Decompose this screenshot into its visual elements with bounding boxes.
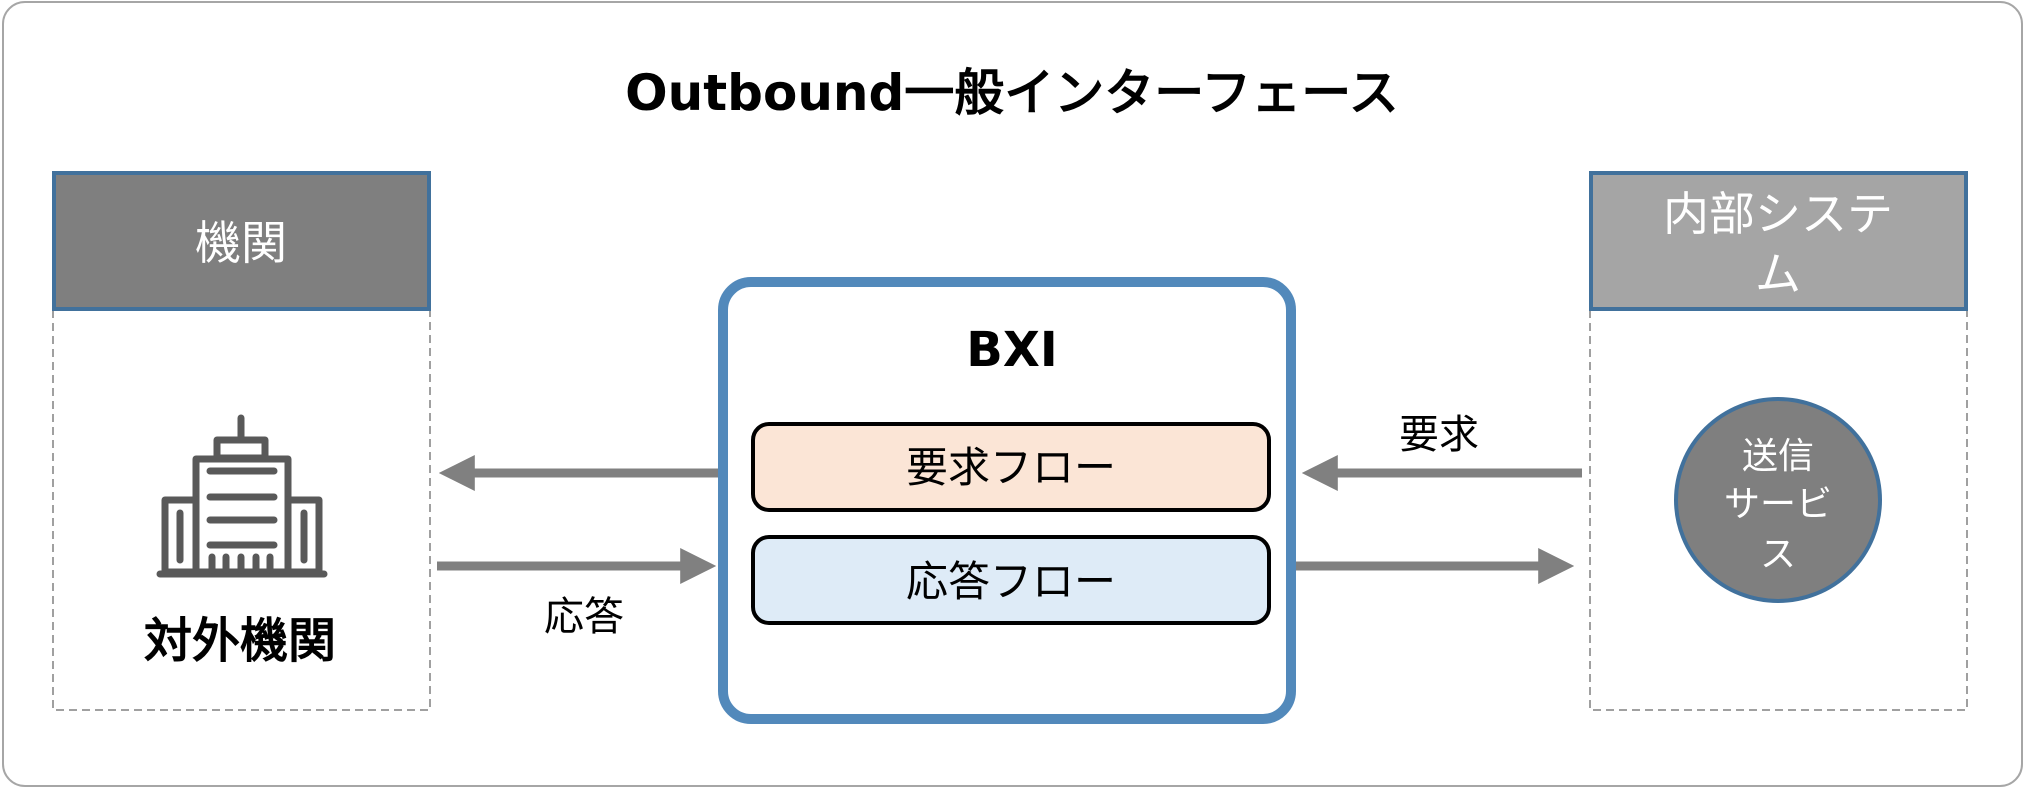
left-panel-header-label: 機関 [195,216,287,270]
right-panel-header-line-1: 内部システ [1663,187,1893,241]
service-line-3: ス [1760,534,1796,575]
response-arrow-label: 応答 [544,594,624,640]
bxi-label: BXI [966,322,1057,378]
left-panel-label: 対外機関 [144,613,336,669]
service-line-1: 送信 [1742,436,1814,477]
response-flow-label: 応答フロー [906,557,1116,606]
right-panel-header-line-2: ム [1755,247,1801,301]
service-line-2: サービ [1724,484,1832,525]
request-arrow-label: 要求 [1399,412,1479,458]
bxi-box: BXI 要求フロー 応答フロー [718,277,1296,724]
outbound-interface-diagram: Outbound一般インターフェース 機関 対外機関 応答 BXI 要求フロー … [2,1,2023,787]
request-flow-label: 要求フロー [906,443,1116,492]
diagram-title: Outbound一般インターフェース [625,64,1399,122]
